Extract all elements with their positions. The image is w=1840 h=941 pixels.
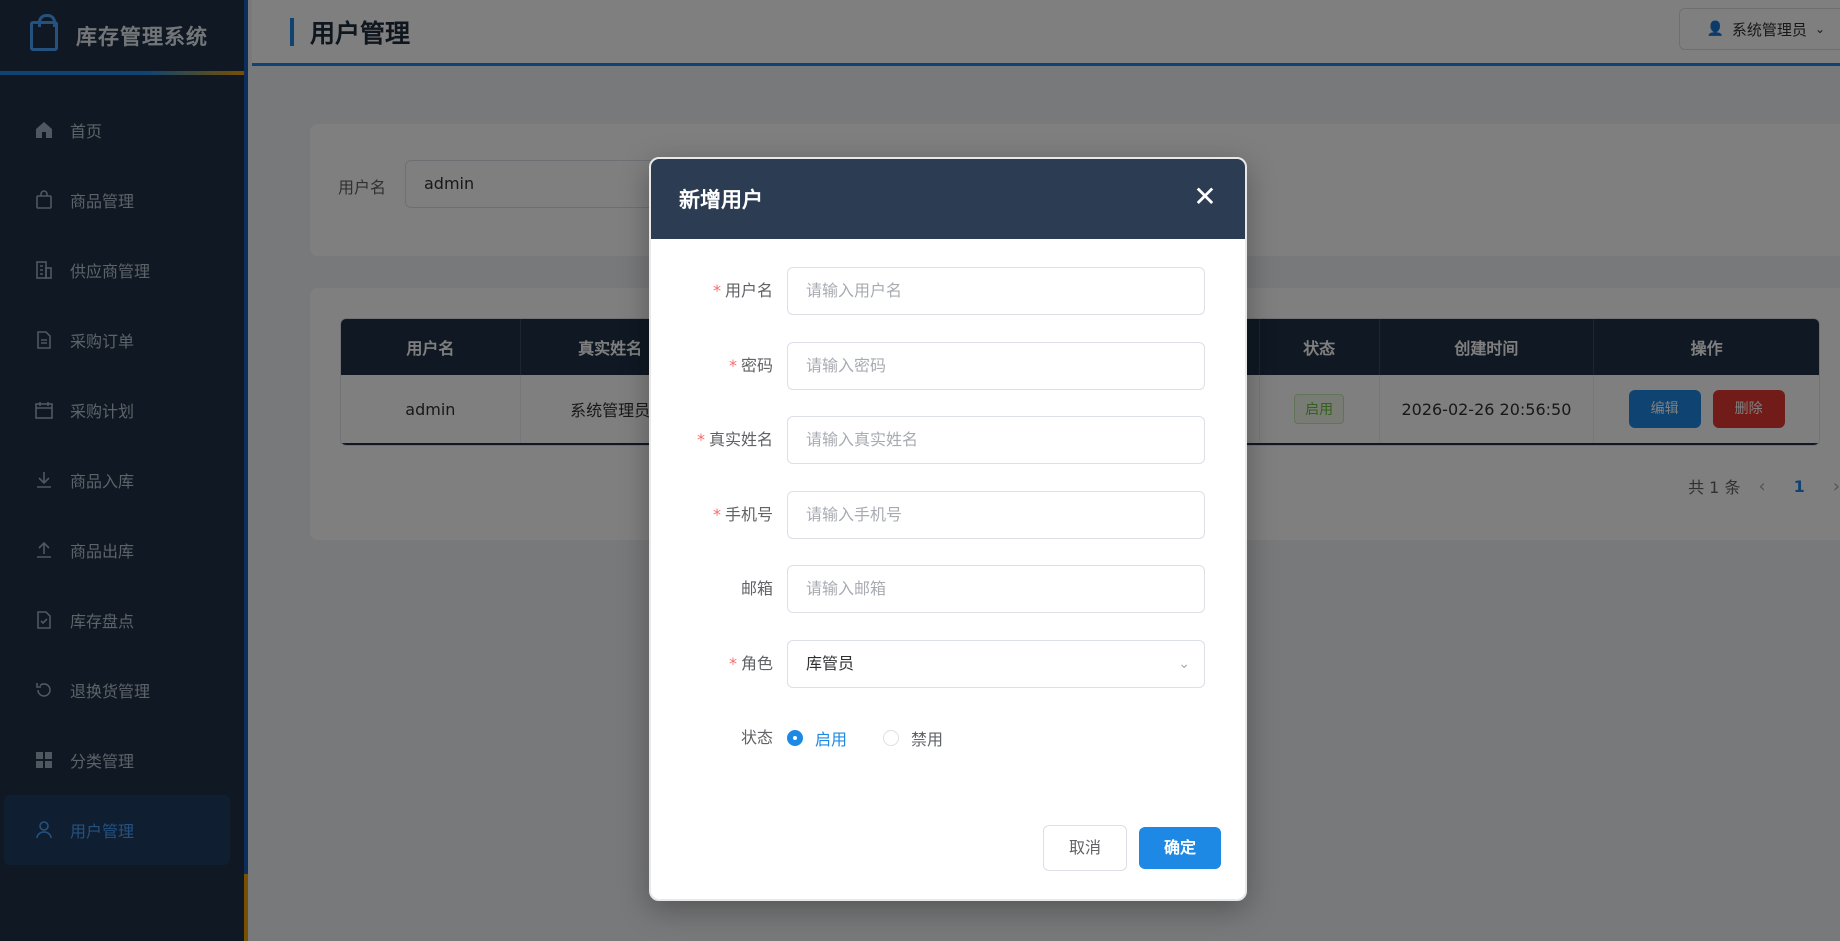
required-mark: * xyxy=(728,355,737,375)
radio-dot-checked xyxy=(787,730,803,746)
status-label: 状态 xyxy=(740,728,773,747)
radio-label: 启用 xyxy=(815,730,848,749)
add-user-form: * 用户名 请输入用户名 * 密码 请输入密码 * 真实姓名 请输入真实姓名 * 手机号… xyxy=(651,239,1245,789)
field-label: * 密码 xyxy=(651,342,787,390)
required-mark: * xyxy=(712,504,721,524)
form-row-email: 邮箱 请输入邮箱 xyxy=(651,565,1245,640)
username-label: 用户名 xyxy=(724,281,773,300)
form-row-phone: * 手机号 请输入手机号 xyxy=(651,490,1245,566)
status-radio-enabled[interactable]: 启用 xyxy=(787,726,847,750)
field-label: 状态 xyxy=(651,714,787,762)
form-row-realname: * 真实姓名 请输入真实姓名 xyxy=(651,416,1245,491)
dialog-header: 新增用户 ✕ xyxy=(651,159,1245,239)
form-row-username: * 用户名 请输入用户名 xyxy=(651,267,1245,342)
status-radio-group: 启用 禁用 xyxy=(787,714,979,762)
radio-label: 禁用 xyxy=(911,730,944,749)
role-select[interactable]: 库管员 ⌄ xyxy=(787,639,1205,688)
close-icon[interactable]: ✕ xyxy=(1187,179,1223,215)
required-mark: * xyxy=(712,281,721,300)
email-label: 邮箱 xyxy=(740,579,773,598)
confirm-button[interactable]: 确定 xyxy=(1139,827,1221,869)
chevron-down-icon: ⌄ xyxy=(1178,655,1190,672)
add-user-dialog: 新增用户 ✕ * 用户名 请输入用户名 * 密码 请输入密码 * 真实姓名 请输入真实… xyxy=(649,157,1247,901)
field-label: * 用户名 xyxy=(651,267,787,315)
username-input[interactable]: 请输入用户名 xyxy=(787,267,1205,315)
password-label: 密码 xyxy=(740,355,773,375)
form-row-password: * 密码 请输入密码 xyxy=(651,341,1245,417)
password-input[interactable]: 请输入密码 xyxy=(787,341,1205,390)
dialog-footer: 取消 确定 xyxy=(1043,825,1221,871)
radio-dot xyxy=(883,730,900,746)
realname-input[interactable]: 请输入真实姓名 xyxy=(787,416,1205,464)
cancel-button[interactable]: 取消 xyxy=(1043,825,1127,871)
required-mark: * xyxy=(696,430,705,449)
realname-label: 真实姓名 xyxy=(708,430,773,449)
field-label: 邮箱 xyxy=(651,565,787,613)
form-row-role: * 角色 库管员 ⌄ xyxy=(651,639,1245,715)
role-label: 角色 xyxy=(740,653,773,673)
field-label: * 真实姓名 xyxy=(651,416,787,464)
email-input[interactable]: 请输入邮箱 xyxy=(787,565,1205,613)
role-selected-value: 库管员 xyxy=(806,653,855,673)
form-row-status: 状态 启用 禁用 xyxy=(651,714,1245,789)
phone-input[interactable]: 请输入手机号 xyxy=(787,490,1205,539)
field-label: * 角色 xyxy=(651,640,787,688)
status-radio-disabled[interactable]: 禁用 xyxy=(883,726,943,750)
required-mark: * xyxy=(728,653,737,673)
field-label: * 手机号 xyxy=(651,491,787,539)
phone-label: 手机号 xyxy=(724,504,773,524)
dialog-title: 新增用户 xyxy=(679,188,763,212)
